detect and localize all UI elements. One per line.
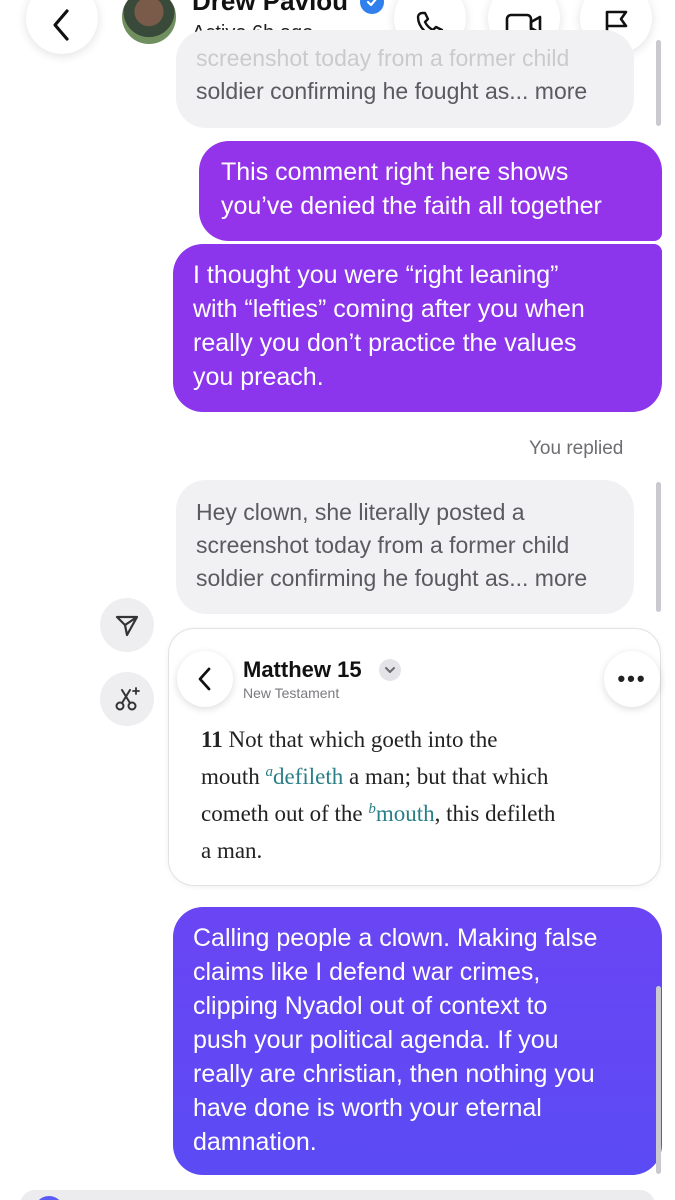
message-composer[interactable] xyxy=(20,1190,655,1200)
contact-name[interactable]: Drew Pavlou xyxy=(192,0,348,17)
send-icon xyxy=(115,615,139,637)
back-icon xyxy=(53,9,69,41)
more-link[interactable]: more xyxy=(535,78,587,104)
message-line: I thought you were “right leaning” xyxy=(193,261,559,289)
verse-segment: a man. xyxy=(201,838,263,863)
back-button[interactable] xyxy=(26,0,98,54)
quoted-line: screenshot today from a former child xyxy=(196,532,570,558)
message-line: Calling people a clown. Making false xyxy=(193,924,598,952)
verse-segment: Not that which goeth into the xyxy=(228,727,498,752)
message-line: claims like I defend war crimes, xyxy=(193,958,541,986)
verse-link[interactable]: defileth xyxy=(273,764,343,789)
outgoing-message[interactable]: Calling people a clown. Making false cla… xyxy=(173,907,662,1175)
footnote-marker[interactable]: a xyxy=(266,764,274,780)
verse-number: 11 xyxy=(201,727,223,752)
message-line: really you don’t practice the values xyxy=(193,329,577,357)
verse-segment: mouth xyxy=(201,764,260,789)
message-line: have done is worth your eternal xyxy=(193,1094,542,1122)
scrollbar-middle[interactable] xyxy=(656,482,661,612)
quoted-text: soldier confirming he fought as... xyxy=(196,565,529,591)
quoted-top-line1: screenshot today from a former child xyxy=(196,45,570,71)
outgoing-message[interactable]: This comment right here shows you’ve den… xyxy=(199,141,662,241)
message-line: clipping Nyadol out of context to xyxy=(193,992,548,1020)
ellipsis-icon: ••• xyxy=(617,666,647,691)
message-line: This comment right here shows xyxy=(221,158,569,186)
footnote-marker[interactable]: b xyxy=(368,801,376,817)
reply-label: You replied xyxy=(529,438,624,459)
verified-icon xyxy=(360,0,384,14)
message-line: damnation. xyxy=(193,1128,317,1156)
message-line: you’ve denied the faith all together xyxy=(221,192,602,220)
scissors-sparkle-icon xyxy=(115,687,140,711)
message-line: you preach. xyxy=(193,363,324,391)
testament-label: New Testament xyxy=(243,685,340,701)
outgoing-message[interactable]: I thought you were “right leaning” with … xyxy=(173,244,662,412)
verse-link[interactable]: mouth xyxy=(376,801,435,826)
verse-text: 11 Not that which goeth into the mouth a… xyxy=(201,721,641,869)
ai-edit-button[interactable] xyxy=(100,672,154,726)
message-line: really are christian, then nothing you xyxy=(193,1060,595,1088)
message-line: with “lefties” coming after you when xyxy=(193,295,585,323)
verse-segment: cometh out of the xyxy=(201,801,363,826)
bible-verse-card[interactable]: Matthew 15 New Testament ••• 11 Not that… xyxy=(168,628,661,886)
more-options-button[interactable]: ••• xyxy=(604,651,660,707)
quoted-message-top[interactable]: screenshot today from a former child sol… xyxy=(176,30,634,128)
quoted-top-line2: soldier confirming he fought as... more xyxy=(196,75,614,108)
verse-segment: a man; but that which xyxy=(349,764,549,789)
avatar[interactable] xyxy=(122,0,176,44)
book-title[interactable]: Matthew 15 xyxy=(243,657,362,683)
chevron-left-icon xyxy=(198,667,211,691)
card-back-button[interactable] xyxy=(177,651,233,707)
scrollbar-top[interactable] xyxy=(656,40,661,126)
quoted-top-text: soldier confirming he fought as... xyxy=(196,78,529,104)
quoted-line: Hey clown, she literally posted a xyxy=(196,499,525,525)
quoted-line: soldier confirming he fought as... more xyxy=(196,562,614,595)
quoted-message[interactable]: Hey clown, she literally posted a screen… xyxy=(176,480,634,614)
scrollbar-bottom[interactable] xyxy=(656,986,661,1174)
message-line: push your political agenda. If you xyxy=(193,1026,559,1054)
chevron-down-icon[interactable] xyxy=(379,659,401,681)
more-link[interactable]: more xyxy=(535,565,587,591)
verse-segment: , this defileth xyxy=(434,801,556,826)
send-button[interactable] xyxy=(100,598,154,652)
